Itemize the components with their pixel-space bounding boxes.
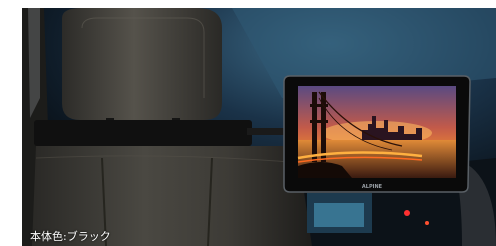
photo-frame: ALPINE 本体色:ブラック: [0, 0, 496, 246]
monitor-brand-mark: ALPINE: [362, 184, 383, 190]
product-color-caption: 本体色:ブラック: [30, 230, 111, 243]
car-interior-scene: ALPINE: [22, 8, 496, 246]
product-photo: ALPINE: [22, 8, 496, 246]
